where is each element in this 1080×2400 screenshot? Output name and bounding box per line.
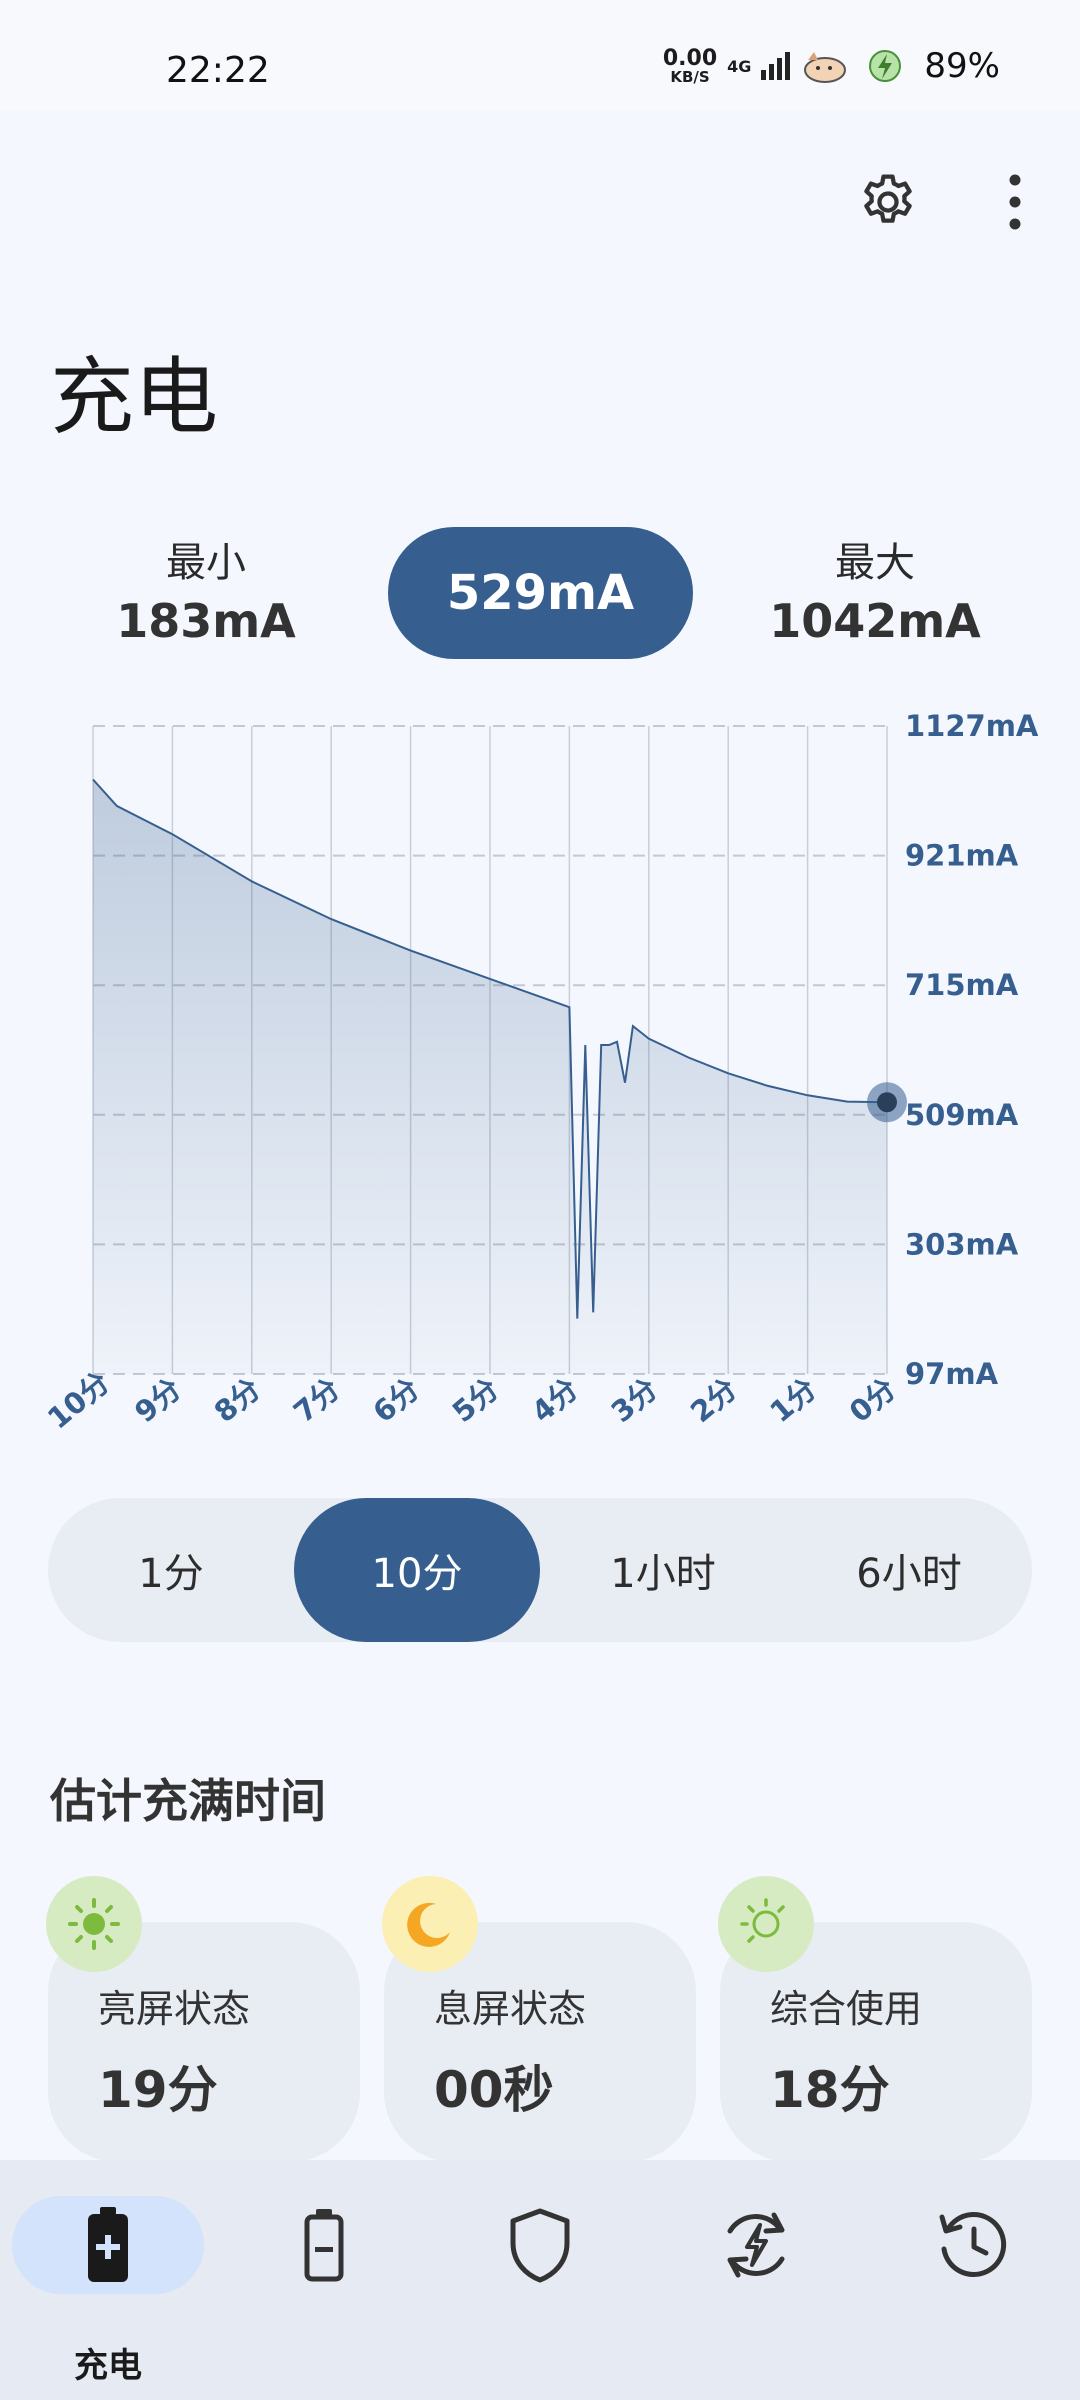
moon-icon	[407, 1902, 450, 1947]
nav-history[interactable]	[864, 2160, 1080, 2400]
min-value: 183mA	[116, 594, 296, 648]
tab-6hour[interactable]: 6小时	[786, 1498, 1032, 1642]
mixed-sun-moon-icon	[740, 1898, 785, 1943]
nav-charging[interactable]: 充电	[0, 2160, 216, 2400]
estimate-title: 估计充满时间	[50, 1774, 326, 1828]
min-current: 最小 183mA	[76, 530, 336, 648]
y-tick-label: 921mA	[905, 839, 1019, 873]
status-time: 22:22	[166, 50, 270, 91]
max-label: 最大	[835, 540, 915, 586]
net-speed: 0.00 KB/S	[662, 45, 718, 86]
y-tick-label: 1127mA	[905, 709, 1039, 743]
status-icons: 0.00 KB/S 4G 89%	[663, 46, 1000, 86]
time-range-tabs: 1分 10分 1小时 6小时	[48, 1498, 1032, 1642]
bottom-navigation: 充电	[0, 2160, 1080, 2400]
x-tick-label: 2分	[684, 1372, 744, 1430]
card-value: 19分	[98, 2061, 218, 2119]
x-tick-label: 5分	[446, 1372, 506, 1430]
y-tick-label: 509mA	[905, 1098, 1019, 1132]
tab-1min[interactable]: 1分	[48, 1498, 294, 1642]
pet-icon	[804, 52, 847, 83]
card-label: 综合使用	[770, 1987, 923, 2031]
net-speed-value: 0.00	[662, 45, 718, 71]
card-value: 18分	[770, 2061, 890, 2119]
battery-percent: 89%	[924, 46, 1000, 86]
x-tick-label: 3分	[605, 1372, 665, 1430]
x-tick-label: 7分	[287, 1372, 347, 1430]
nav-protection[interactable]	[432, 2160, 648, 2400]
x-tick-label: 8分	[208, 1372, 268, 1430]
battery-charging-status-icon	[869, 50, 902, 82]
x-tick-label: 1分	[763, 1372, 823, 1430]
sun-icon	[68, 1898, 120, 1950]
badge	[382, 1876, 478, 1972]
mixed-usage-card: 综合使用 18分	[718, 1876, 1032, 2162]
x-tick-label: 9分	[128, 1372, 188, 1430]
y-tick-label: 303mA	[905, 1227, 1019, 1261]
screen-off-card: 息屏状态 00秒	[382, 1876, 696, 2162]
status-bar: 22:22 0.00 KB/S 4G 89%	[0, 0, 1080, 110]
current-value-pill: 529mA	[388, 527, 693, 659]
more-vert-icon	[1009, 174, 1021, 230]
nav-label-charging: 充电	[74, 2346, 142, 2386]
card-label: 亮屏状态	[98, 1987, 251, 2031]
badge	[718, 1876, 814, 1972]
current-point-dot	[877, 1092, 897, 1113]
current-chart: 1127mA 921mA 715mA 509mA 303mA 97mA 10分 9分 8分 7分…	[41, 709, 1039, 1436]
battery-charging-icon	[63, 2200, 153, 2290]
x-tick-label: 0分	[843, 1372, 903, 1430]
history-icon	[927, 2200, 1017, 2290]
bolt-cycle-icon	[711, 2200, 801, 2290]
nav-charge-cycle[interactable]	[648, 2160, 864, 2400]
network-type: 4G	[727, 56, 752, 76]
x-tick-label: 4分	[525, 1372, 585, 1430]
gear-icon	[864, 174, 912, 223]
min-label: 最小	[166, 540, 246, 586]
badge	[46, 1876, 142, 1972]
shield-icon	[495, 2200, 585, 2290]
net-speed-unit: KB/S	[670, 67, 710, 86]
card-label: 息屏状态	[434, 1987, 587, 2031]
y-tick-label: 715mA	[905, 968, 1019, 1002]
max-value: 1042mA	[769, 594, 981, 648]
nav-battery[interactable]	[216, 2160, 432, 2400]
max-current: 最大 1042mA	[745, 530, 1005, 648]
tab-10min[interactable]: 10分	[294, 1498, 540, 1642]
screen-on-card: 亮屏状态 19分	[46, 1876, 360, 2162]
signal-icon	[761, 52, 791, 80]
x-tick-label: 10分	[41, 1365, 116, 1436]
x-tick-label: 6分	[366, 1372, 426, 1430]
y-tick-label: 97mA	[905, 1357, 999, 1391]
more-options-button[interactable]	[975, 162, 1055, 242]
settings-button[interactable]	[848, 162, 928, 242]
page-title: 充电	[50, 348, 219, 446]
tab-1hour[interactable]: 1小时	[540, 1498, 786, 1642]
battery-icon	[279, 2200, 369, 2290]
card-value: 00秒	[434, 2061, 554, 2119]
